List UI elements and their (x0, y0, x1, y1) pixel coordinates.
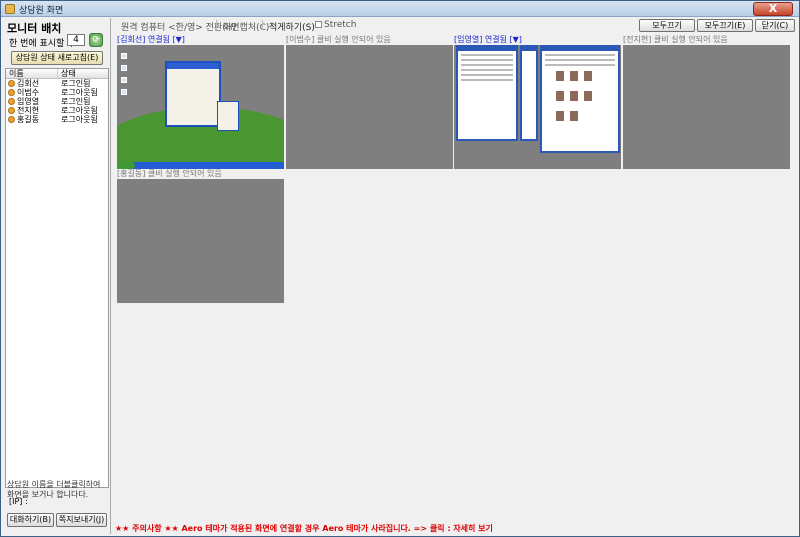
app-icon (5, 4, 15, 14)
thumbnail-image (584, 91, 592, 101)
user-icon (8, 80, 15, 87)
chat-button[interactable]: 대화하기(B) (7, 513, 54, 527)
agent-name: 이범수 (17, 88, 40, 97)
agent-status: 로그인됨 (61, 79, 91, 88)
monitor-grid: [김회선] 연결됨 [▼] [이범수] 클비 실행 안되어 있음 [임영열] 연… (113, 33, 799, 521)
arrange-button[interactable]: 적게하기(S) (269, 20, 315, 33)
monitor-tile[interactable]: [임영열] 연결됨 [▼] (452, 35, 621, 169)
list-item[interactable]: 이범수 로그아웃됨 (6, 88, 108, 97)
desktop-icon (121, 89, 127, 95)
list-item[interactable]: 임영열 로그인됨 (6, 97, 108, 106)
agent-name: 임영열 (17, 97, 40, 106)
remote-screen-browser[interactable] (454, 45, 621, 169)
user-icon (8, 116, 15, 123)
user-icon (8, 107, 15, 114)
tile-caption[interactable]: [김회선] 연결됨 [▼] (117, 35, 185, 44)
desktop-icon (121, 65, 127, 71)
stretch-checkbox[interactable]: Stretch (315, 20, 356, 30)
thumbnail-image (556, 91, 564, 101)
left-panel: 모니터 배치 한 번에 표시할 수 4 ⟳ 상담원 상태 새로고침(E) 이름 … (3, 18, 111, 534)
thumbnail-image (570, 91, 578, 101)
list-item[interactable]: 홍길동 로그아웃됨 (6, 115, 108, 124)
agent-status: 로그아웃됨 (61, 88, 98, 97)
agent-status: 로그인됨 (61, 97, 91, 106)
count-input[interactable]: 4 (67, 34, 85, 46)
tile-caption: [이범수] 클비 실행 안되어 있음 (286, 35, 391, 44)
agent-list[interactable]: 이름 상태 김회선 로그인됨 이범수 로그아웃됨 임영열 로그인됨 전지현 로그… (5, 68, 109, 488)
tile-caption: [홍길동] 클비 실행 안되어 있음 (117, 169, 222, 178)
thumbnail-image (570, 71, 578, 81)
monitor-tile[interactable]: [홍길동] 클비 실행 안되어 있음 (115, 169, 284, 303)
desktop-icon (121, 77, 127, 83)
agent-name: 김회선 (17, 79, 40, 88)
column-header-name[interactable]: 이름 (6, 69, 58, 78)
agent-name: 전지현 (17, 106, 40, 115)
remote-window (217, 101, 239, 131)
toolbar: 원격 컴퓨터 <한/영> 전환(H) 화면캡처(C) 적게하기(S) Stret… (113, 18, 799, 33)
remote-taskbar (117, 162, 284, 169)
toolbar-separator (262, 20, 263, 30)
user-icon (8, 98, 15, 105)
stretch-label: Stretch (324, 20, 357, 30)
title-bar: 상담원 화면 X (1, 1, 799, 17)
panel-heading: 모니터 배치 (7, 22, 62, 35)
monitor-tile[interactable]: [전지현] 클비 실행 안되어 있음 (621, 35, 790, 169)
remote-screen-empty (623, 45, 790, 169)
toolbar-separator (216, 20, 217, 30)
remote-screen-xp[interactable] (117, 45, 284, 169)
aero-notice-link[interactable]: ★★ 주의사항 ★★ Aero 테마가 적용된 화면에 연결할 경우 Aero … (115, 523, 493, 534)
column-header-status[interactable]: 상태 (58, 69, 76, 78)
app-window: 상담원 화면 X 모니터 배치 한 번에 표시할 수 4 ⟳ 상담원 상태 새로… (0, 0, 800, 537)
close-button[interactable]: 닫기(C) (755, 19, 795, 32)
remote-screen-empty (117, 179, 284, 303)
browser-window (540, 45, 620, 153)
ip-label: [IP] : (9, 497, 28, 506)
list-item[interactable]: 전지현 로그아웃됨 (6, 106, 108, 115)
refresh-icon[interactable]: ⟳ (89, 33, 103, 47)
list-header: 이름 상태 (6, 69, 108, 79)
remote-screen-empty (286, 45, 453, 169)
start-button-icon (117, 162, 135, 169)
tile-caption[interactable]: [임영열] 연결됨 [▼] (454, 35, 522, 44)
count-label: 한 번에 표시할 수 (9, 39, 76, 49)
send-message-button[interactable]: 쪽지보내기(J) (56, 513, 107, 527)
tile-caption: [전지현] 클비 실행 안되어 있음 (623, 35, 728, 44)
thumbnail-image (556, 111, 564, 121)
status-refresh-button[interactable]: 상담원 상태 새로고침(E) (11, 51, 103, 65)
user-icon (8, 89, 15, 96)
remote-toggle-button[interactable]: 원격 컴퓨터 <한/영> 전환(H) (121, 20, 236, 33)
thumbnail-image (556, 71, 564, 81)
checkbox-icon (315, 21, 322, 28)
desktop-icon (121, 53, 127, 59)
browser-window (456, 45, 518, 141)
monitor-tile[interactable]: [이범수] 클비 실행 안되어 있음 (284, 35, 453, 169)
agent-status: 로그아웃됨 (61, 106, 98, 115)
close-all-e-button[interactable]: 모두끄기(E) (697, 19, 753, 32)
window-close-button[interactable]: X (753, 2, 793, 16)
monitor-tile[interactable]: [김회선] 연결됨 [▼] (115, 35, 284, 169)
thumbnail-image (570, 111, 578, 121)
browser-window (520, 45, 538, 141)
agent-status: 로그아웃됨 (61, 115, 98, 124)
thumbnail-image (584, 71, 592, 81)
list-item[interactable]: 김회선 로그인됨 (6, 79, 108, 88)
agent-name: 홍길동 (17, 115, 40, 124)
close-all-button[interactable]: 모두끄기 (639, 19, 695, 32)
remote-window (165, 61, 221, 127)
window-title: 상담원 화면 (19, 6, 64, 16)
